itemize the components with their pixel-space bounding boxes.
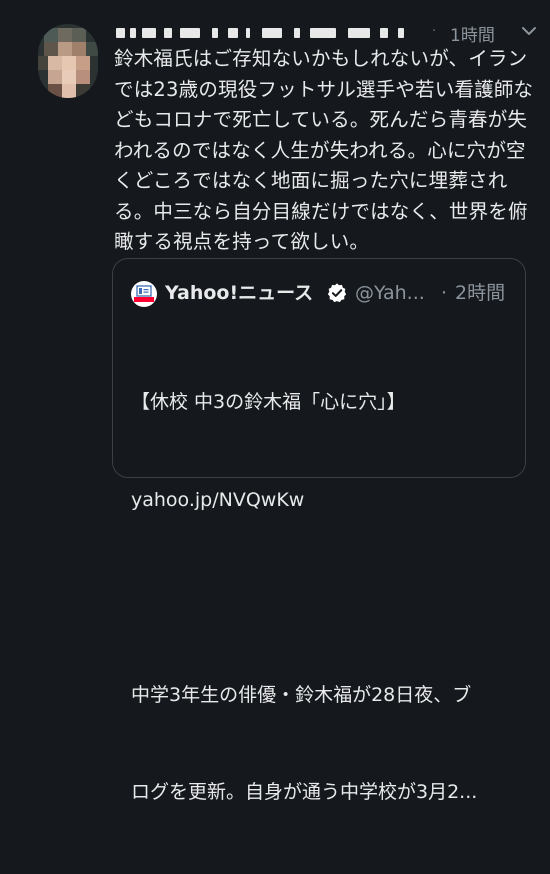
- verified-badge-icon: [327, 283, 347, 303]
- quoted-author-name[interactable]: Yahoo!ニュース: [165, 279, 313, 307]
- quoted-tweet-header: Yahoo!ニュース @Yah... · 2時間: [131, 279, 511, 307]
- tweet-header: · 1時間: [114, 20, 536, 46]
- quoted-text-line: [131, 581, 521, 614]
- tweet-text: 鈴木福氏はご存知ないかもしれないが、イランでは23歳の現役フットサル選手や若い看…: [114, 47, 534, 253]
- quoted-time-label: 2時間: [455, 282, 506, 304]
- tweet[interactable]: · 1時間 鈴木福氏はご存知ないかもしれないが、イランでは23歳の現役フットサル…: [0, 0, 550, 803]
- quoted-text-line: 【休校 中3の鈴木福「心に穴」】: [131, 391, 406, 413]
- avatar[interactable]: [38, 24, 98, 98]
- quoted-text-line: 中学3年生の俳優・鈴木福が28日夜、ブ: [131, 683, 472, 706]
- author-name-blurred[interactable]: [114, 24, 424, 42]
- quoted-tweet-text: 【休校 中3の鈴木福「心に穴」】 yahoo.jp/NVQwKw 中学3年生の俳…: [131, 321, 521, 874]
- quoted-timestamp[interactable]: · 2時間: [441, 279, 505, 307]
- tweet-timestamp[interactable]: 1時間: [450, 21, 495, 46]
- separator-dot: ·: [432, 24, 437, 39]
- quoted-text-line: ログを更新。自身が通う中学校が3月2...: [131, 781, 478, 803]
- quoted-tweet-card[interactable]: Yahoo!ニュース @Yah... · 2時間 【休校 中3の鈴木福「心に穴」】…: [112, 258, 526, 803]
- quoted-link[interactable]: yahoo.jp/NVQwKw: [131, 484, 521, 517]
- chevron-down-icon[interactable]: [518, 20, 540, 42]
- separator-dot: ·: [441, 282, 448, 304]
- quoted-author-handle[interactable]: @Yah...: [355, 279, 425, 307]
- yahoo-news-logo[interactable]: [131, 281, 157, 307]
